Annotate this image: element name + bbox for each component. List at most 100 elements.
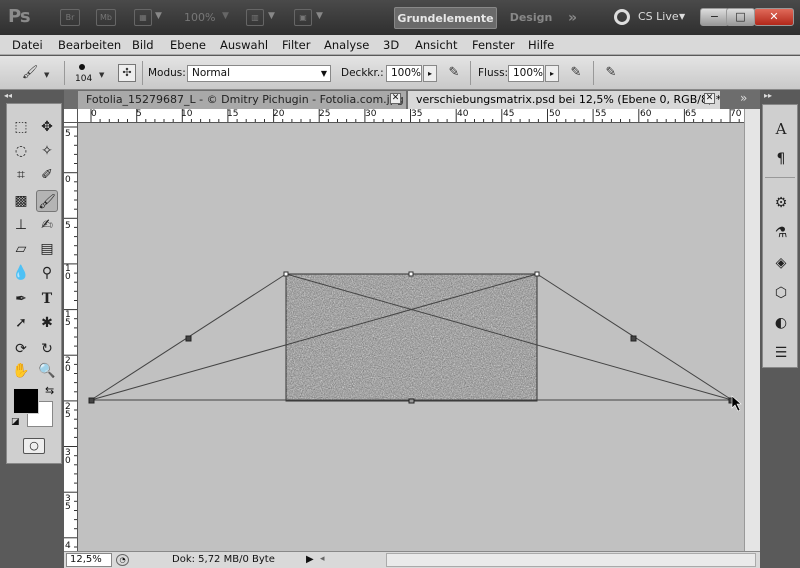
- document-canvas[interactable]: [78, 123, 744, 551]
- menu-fenster[interactable]: Fenster: [472, 38, 515, 52]
- custom-shape-tool-icon[interactable]: ✱: [36, 312, 58, 334]
- 3d-rotate-tool-icon[interactable]: ⟳: [10, 338, 32, 360]
- collapse-right-panels-icon[interactable]: ▸▸: [764, 91, 772, 100]
- menu-bearbeiten[interactable]: Bearbeiten: [58, 38, 121, 52]
- opacity-slider-toggle[interactable]: ▸: [423, 65, 437, 82]
- menu-datei[interactable]: Datei: [12, 38, 43, 52]
- minimize-button[interactable]: −: [700, 8, 729, 26]
- flow-slider-toggle[interactable]: ▸: [545, 65, 559, 82]
- layers-panel-icon[interactable]: ◈: [771, 253, 791, 273]
- opacity-input[interactable]: 100%: [386, 65, 422, 82]
- transform-handle[interactable]: [408, 398, 415, 404]
- dodge-tool-icon[interactable]: ⚲: [36, 262, 58, 284]
- status-menu-arrow-icon[interactable]: ▶: [306, 554, 314, 565]
- zoom-level[interactable]: 100%: [184, 11, 215, 24]
- mode-select[interactable]: Normal ▼: [187, 65, 331, 82]
- chevron-down-icon[interactable]: ▼: [268, 11, 275, 21]
- clone-stamp-tool-icon[interactable]: ⊥: [10, 214, 32, 236]
- brush-presets-icon[interactable]: ⚙: [771, 193, 791, 213]
- tab-verschiebungsmatrix[interactable]: verschiebungsmatrix.psd bei 12,5% (Ebene…: [408, 91, 720, 109]
- chevron-down-icon[interactable]: ▼: [222, 11, 229, 21]
- airbrush-icon[interactable]: ✎: [566, 63, 586, 83]
- menu-ebene[interactable]: Ebene: [170, 38, 206, 52]
- tablet-pressure-icon[interactable]: ✎: [601, 63, 621, 83]
- transform-handle[interactable]: [88, 397, 95, 404]
- history-brush-tool-icon[interactable]: ✍: [36, 214, 58, 236]
- zoom-input[interactable]: 12,5%: [66, 553, 112, 567]
- vertical-scrollbar[interactable]: [744, 109, 760, 551]
- scroll-left-icon[interactable]: ◂: [320, 554, 325, 564]
- horizontal-scrollbar[interactable]: [386, 553, 756, 567]
- menu-bild[interactable]: Bild: [132, 38, 154, 52]
- hand-tool-icon[interactable]: ✋: [10, 360, 32, 382]
- horizontal-ruler[interactable]: 0 5 10 15 20 25 30 35 40 45 50 55 60 65 …: [78, 109, 744, 123]
- menu-analyse[interactable]: Analyse: [324, 38, 369, 52]
- pen-tool-icon[interactable]: ✒: [10, 288, 32, 310]
- chevron-down-icon[interactable]: ▼: [155, 11, 162, 21]
- 3d-orbit-tool-icon[interactable]: ↻: [36, 338, 58, 360]
- marquee-tool-icon[interactable]: ⬚: [10, 116, 32, 138]
- workspace-design-button[interactable]: Design: [506, 7, 556, 29]
- default-colors-icon[interactable]: ◪: [11, 417, 20, 427]
- bridge-icon[interactable]: Br: [60, 9, 80, 26]
- brush-panel-icon[interactable]: ✣: [118, 64, 136, 82]
- workspace-grundelemente-button[interactable]: Grundelemente: [394, 7, 497, 29]
- more-workspaces-icon[interactable]: »: [568, 7, 577, 29]
- screen-mode-icon[interactable]: ▣: [294, 9, 312, 26]
- restore-button[interactable]: □: [726, 8, 755, 26]
- paths-panel-icon[interactable]: ⬡: [771, 283, 791, 303]
- chevron-down-icon[interactable]: ▼: [316, 11, 323, 21]
- transform-handle[interactable]: [283, 271, 289, 277]
- eraser-tool-icon[interactable]: ▱: [10, 238, 32, 260]
- history-panel-icon[interactable]: ☰: [771, 343, 791, 363]
- cs-live-menu[interactable]: CS Live: [638, 10, 679, 23]
- type-tool-icon[interactable]: T: [36, 288, 58, 310]
- menu-auswahl[interactable]: Auswahl: [220, 38, 268, 52]
- airbrush-opacity-icon[interactable]: ✎: [444, 63, 464, 83]
- foreground-color-swatch-front[interactable]: [13, 388, 39, 414]
- tab-fotolia-document[interactable]: Fotolia_15279687_L - © Dmitry Pichugin -…: [78, 91, 406, 109]
- brush-size[interactable]: 104: [75, 74, 92, 84]
- ruler-origin[interactable]: [64, 109, 78, 123]
- transform-handle[interactable]: [185, 335, 192, 342]
- path-selection-tool-icon[interactable]: ➚: [10, 312, 32, 334]
- transform-handle[interactable]: [630, 335, 637, 342]
- status-preview-icon[interactable]: ◔: [116, 554, 129, 566]
- close-button[interactable]: ✕: [754, 8, 794, 26]
- transform-overlay[interactable]: [78, 123, 744, 551]
- paragraph-panel-icon[interactable]: ¶: [771, 149, 791, 169]
- quick-mask-icon[interactable]: ○: [23, 438, 45, 454]
- move-tool-icon[interactable]: ✥: [36, 116, 58, 138]
- blur-tool-icon[interactable]: 💧: [10, 262, 32, 284]
- healing-brush-tool-icon[interactable]: ▩: [10, 190, 32, 212]
- collapse-panels-icon[interactable]: ◂◂: [4, 91, 12, 100]
- brush-tip-icon[interactable]: [79, 64, 85, 70]
- eyedropper-tool-icon[interactable]: ✐: [36, 164, 58, 186]
- brush-tool-preset-icon[interactable]: 🖌: [20, 63, 40, 83]
- menu-hilfe[interactable]: Hilfe: [528, 38, 554, 52]
- chevron-down-icon[interactable]: ▼: [679, 12, 685, 21]
- swap-colors-icon[interactable]: ⇆: [45, 384, 54, 397]
- menu-filter[interactable]: Filter: [282, 38, 310, 52]
- menu-3d[interactable]: 3D: [383, 38, 399, 52]
- transform-handle[interactable]: [534, 271, 540, 277]
- tab-overflow-icon[interactable]: »: [740, 91, 747, 105]
- chevron-down-icon[interactable]: ▼: [44, 71, 49, 79]
- character-panel-icon[interactable]: A: [771, 119, 791, 139]
- gradient-tool-icon[interactable]: ▤: [36, 238, 58, 260]
- clone-source-icon[interactable]: ⚗: [771, 223, 791, 243]
- menu-ansicht[interactable]: Ansicht: [415, 38, 457, 52]
- close-tab-icon[interactable]: ✕: [704, 93, 715, 104]
- arrange-documents-icon[interactable]: ▥: [246, 9, 264, 26]
- quick-selection-tool-icon[interactable]: ✧: [36, 140, 58, 162]
- view-extras-icon[interactable]: ▦: [134, 9, 152, 26]
- crop-tool-icon[interactable]: ⌗: [10, 164, 32, 186]
- chevron-down-icon[interactable]: ▼: [99, 71, 104, 79]
- adjustments-panel-icon[interactable]: ◐: [771, 313, 791, 333]
- lasso-tool-icon[interactable]: ◌: [10, 140, 32, 162]
- flow-input[interactable]: 100%: [508, 65, 544, 82]
- zoom-tool-icon[interactable]: 🔍: [36, 360, 58, 382]
- mini-bridge-icon[interactable]: Mb: [96, 9, 116, 26]
- brush-tool-icon[interactable]: 🖌: [36, 190, 58, 212]
- close-tab-icon[interactable]: ✕: [390, 93, 401, 104]
